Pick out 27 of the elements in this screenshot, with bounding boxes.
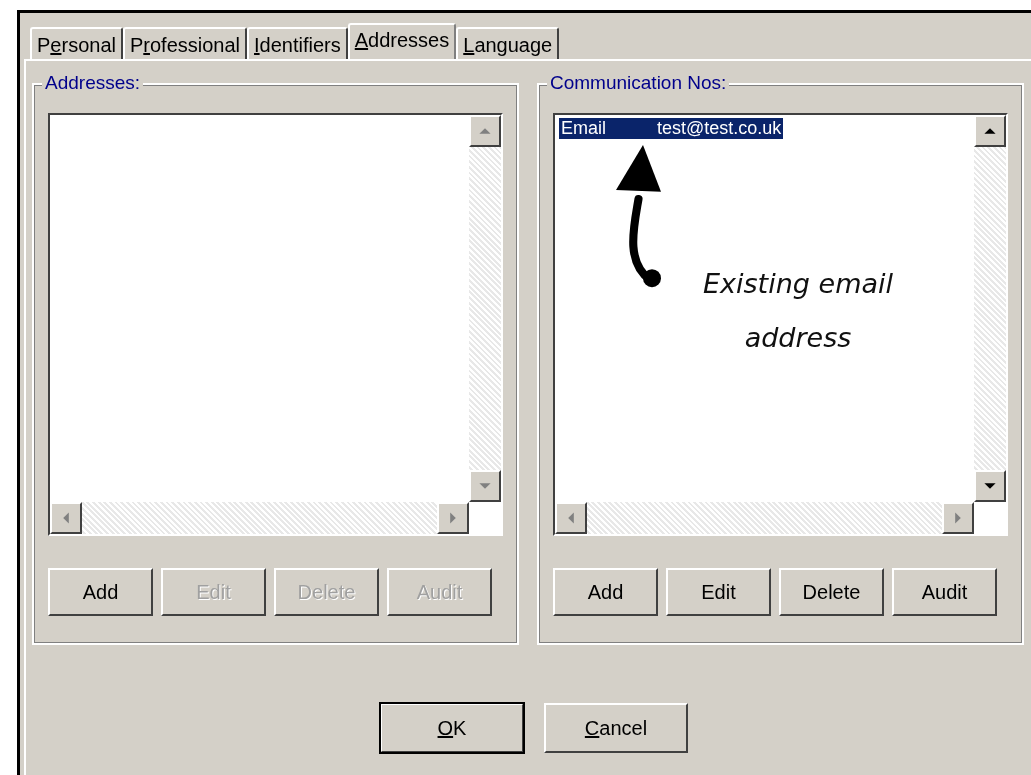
dialog-button[interactable]: OK [380,703,524,753]
vertical-scrollbar[interactable] [974,115,1006,502]
list-box[interactable]: Email test@test.co.uk Existing email address [553,113,1008,536]
tab[interactable]: Language [456,27,560,59]
action-button[interactable]: Audit [892,568,997,616]
tab[interactable]: Addresses [347,23,457,59]
action-button[interactable]: Add [553,568,658,616]
scroll-right-button[interactable] [942,502,974,534]
scroll-left-button[interactable] [50,502,82,534]
scroll-down-button[interactable] [469,470,501,502]
action-button[interactable]: Delete [779,568,884,616]
dialog-button[interactable]: Cancel [544,703,688,753]
scroll-down-button[interactable] [974,470,1006,502]
action-button[interactable]: Add [48,568,153,616]
action-button[interactable]: Edit [666,568,771,616]
list-row[interactable]: Email test@test.co.uk [559,118,784,139]
tab[interactable]: Personal [30,27,123,59]
horizontal-scrollbar[interactable] [555,502,974,534]
tab[interactable]: Identifiers [247,27,348,59]
vertical-scrollbar[interactable] [469,115,501,502]
annotation-text: Existing email address [702,267,894,355]
scroll-up-button[interactable] [469,115,501,147]
horizontal-scrollbar[interactable] [50,502,469,534]
tab[interactable]: Professional [122,27,248,59]
scroll-right-button[interactable] [437,502,469,534]
scroll-up-button[interactable] [974,115,1006,147]
scroll-left-button[interactable] [555,502,587,534]
